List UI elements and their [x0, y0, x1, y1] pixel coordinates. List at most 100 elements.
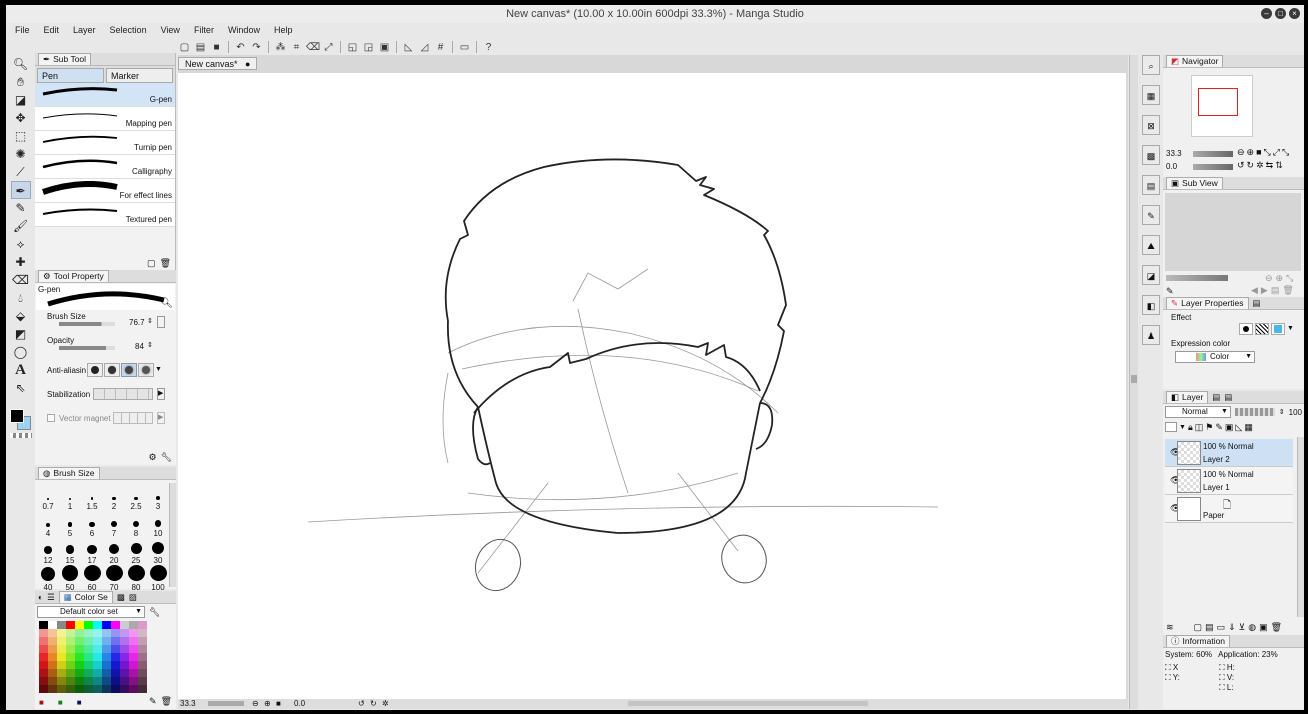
color-swatch[interactable] [129, 677, 138, 685]
text-icon[interactable]: A [11, 361, 31, 379]
stepper-arrows-icon[interactable]: ⇕ [1279, 408, 1285, 416]
delete-layer-icon[interactable]: 🗑︎ [1271, 622, 1282, 633]
color-swatch[interactable] [75, 645, 84, 653]
menu-file[interactable]: File [15, 23, 30, 39]
layer-scrollbar[interactable] [1297, 437, 1304, 617]
color-swatch[interactable] [120, 669, 129, 677]
character-material-icon[interactable]: ♟︎ [1142, 325, 1160, 345]
color-swatch[interactable] [48, 677, 57, 685]
delete-icon[interactable]: 🗑︎ [161, 696, 172, 707]
color-swatch[interactable] [138, 645, 147, 653]
color-swatch[interactable] [111, 637, 120, 645]
rotate-left-icon[interactable]: ↺ [1237, 160, 1245, 171]
layer-row[interactable]: 👁︎ ✒︎ 100 % Normal Layer 2 [1165, 439, 1293, 467]
color-swatch[interactable] [39, 685, 48, 693]
antialias-weak[interactable] [104, 363, 120, 377]
color-swatch[interactable] [102, 669, 111, 677]
color-swatch[interactable] [120, 653, 129, 661]
menu-view[interactable]: View [161, 23, 180, 39]
color-swatch[interactable] [39, 653, 48, 661]
transparent-swatch[interactable] [10, 433, 32, 438]
color-swatch[interactable] [39, 645, 48, 653]
rotate-right-icon[interactable]: ↻ [1247, 160, 1255, 171]
color-swatch[interactable] [111, 661, 120, 669]
color-swatch[interactable] [57, 661, 66, 669]
menu-layer[interactable]: Layer [73, 23, 96, 39]
merge-down-icon[interactable]: ⊻ [1239, 622, 1246, 633]
material-icon[interactable]: ▦ [1142, 85, 1160, 105]
mask-layer-icon[interactable]: ◍ [1248, 622, 1256, 633]
color-swatch[interactable] [93, 661, 102, 669]
color-swatch[interactable] [129, 685, 138, 693]
clear-icon[interactable]: ⌫ [306, 41, 320, 54]
color-swatch[interactable] [66, 645, 75, 653]
color-swatch[interactable] [93, 669, 102, 677]
actual-size-icon[interactable]: ■ [1256, 147, 1261, 158]
color-swatch[interactable] [111, 685, 120, 693]
color-swatch[interactable] [111, 621, 120, 629]
color-swatch[interactable] [75, 669, 84, 677]
navigator-zoom-value[interactable]: 33.3 [1166, 149, 1182, 158]
brush-item[interactable]: Calligraphy [35, 155, 175, 179]
color-swatch[interactable] [120, 645, 129, 653]
close-button[interactable]: × [1289, 8, 1300, 19]
expression-color-dropdown[interactable]: Color ▼ [1175, 351, 1255, 363]
new-file-icon[interactable]: ▢ [178, 41, 191, 54]
color-set-settings-icon[interactable]: 🔧︎ [149, 607, 160, 618]
color-swatch[interactable] [84, 621, 93, 629]
subview-tab[interactable]: ▣ Sub View [1166, 177, 1223, 189]
layer-row[interactable]: 👁︎ 100 % Normal Layer 1 [1165, 467, 1293, 495]
save-icon[interactable]: ■ [210, 41, 223, 54]
brush-size-preset[interactable]: 5 [59, 511, 81, 538]
new-vector-layer-icon[interactable]: ▤ [1205, 622, 1214, 633]
color-swatch[interactable] [48, 629, 57, 637]
color-swatch[interactable] [102, 653, 111, 661]
color-swatch[interactable] [111, 669, 120, 677]
color-set-dropdown[interactable]: Default color set ▼ [37, 606, 145, 618]
minimize-button[interactable]: – [1261, 8, 1272, 19]
main-color-swatch[interactable] [10, 409, 24, 423]
opacity-value[interactable]: 84 [135, 342, 144, 351]
color-swatch[interactable] [93, 653, 102, 661]
menu-filter[interactable]: Filter [194, 23, 214, 39]
color-swatch[interactable] [84, 677, 93, 685]
color-swatch[interactable] [120, 685, 129, 693]
layer-color-button[interactable] [1271, 323, 1285, 335]
gradient-icon[interactable]: ◩ [11, 325, 31, 343]
transform-icon[interactable]: ⤢ [322, 41, 335, 54]
layer-option-icon[interactable]: ▦ [1244, 422, 1253, 433]
delete-color-icon[interactable]: ■ [77, 698, 82, 707]
color-swatch[interactable] [93, 645, 102, 653]
play-arrow-icon[interactable]: ▶ [157, 412, 165, 424]
tone-material-icon[interactable]: ▩ [1142, 145, 1160, 165]
color-swatch[interactable] [138, 621, 147, 629]
color-swatch[interactable] [102, 685, 111, 693]
color-swatch[interactable] [66, 685, 75, 693]
color-swatch[interactable] [138, 637, 147, 645]
wrench-settings-icon[interactable]: 🔧︎ [161, 452, 172, 463]
undo-icon[interactable]: ↶ [234, 41, 247, 54]
dropdown-arrow-icon[interactable]: ▼ [155, 363, 162, 377]
layer-row[interactable]: 👁︎ 🗋 Paper [1165, 495, 1293, 523]
delete-icon[interactable]: 🗑︎ [1282, 285, 1293, 296]
color-swatch[interactable] [75, 629, 84, 637]
color-swatch[interactable] [138, 677, 147, 685]
color-swatch[interactable] [75, 685, 84, 693]
color-swatch[interactable] [39, 661, 48, 669]
color-swatch[interactable] [138, 653, 147, 661]
color-swatch[interactable] [57, 653, 66, 661]
brush-size-preset[interactable]: 3 [147, 484, 169, 511]
approximate-color-tab-icon[interactable]: ▨ [129, 592, 137, 603]
color-swatch[interactable] [129, 629, 138, 637]
zoom-in-icon[interactable]: ⊕ [264, 699, 271, 708]
color-swatch[interactable] [39, 637, 48, 645]
selection-icon[interactable]: ⬚ [11, 127, 31, 145]
pose-material-icon[interactable]: ◪ [1142, 265, 1160, 285]
group-tab-pen[interactable]: Pen [37, 68, 104, 83]
menu-selection[interactable]: Selection [110, 23, 147, 39]
canvas-zoom-value[interactable]: 33.3 [180, 699, 196, 708]
color-swatch[interactable] [111, 645, 120, 653]
replace-color-icon[interactable]: ■ [58, 698, 63, 707]
color-swatch[interactable] [57, 645, 66, 653]
animation-tab-icon[interactable]: ▤ [1212, 392, 1220, 403]
